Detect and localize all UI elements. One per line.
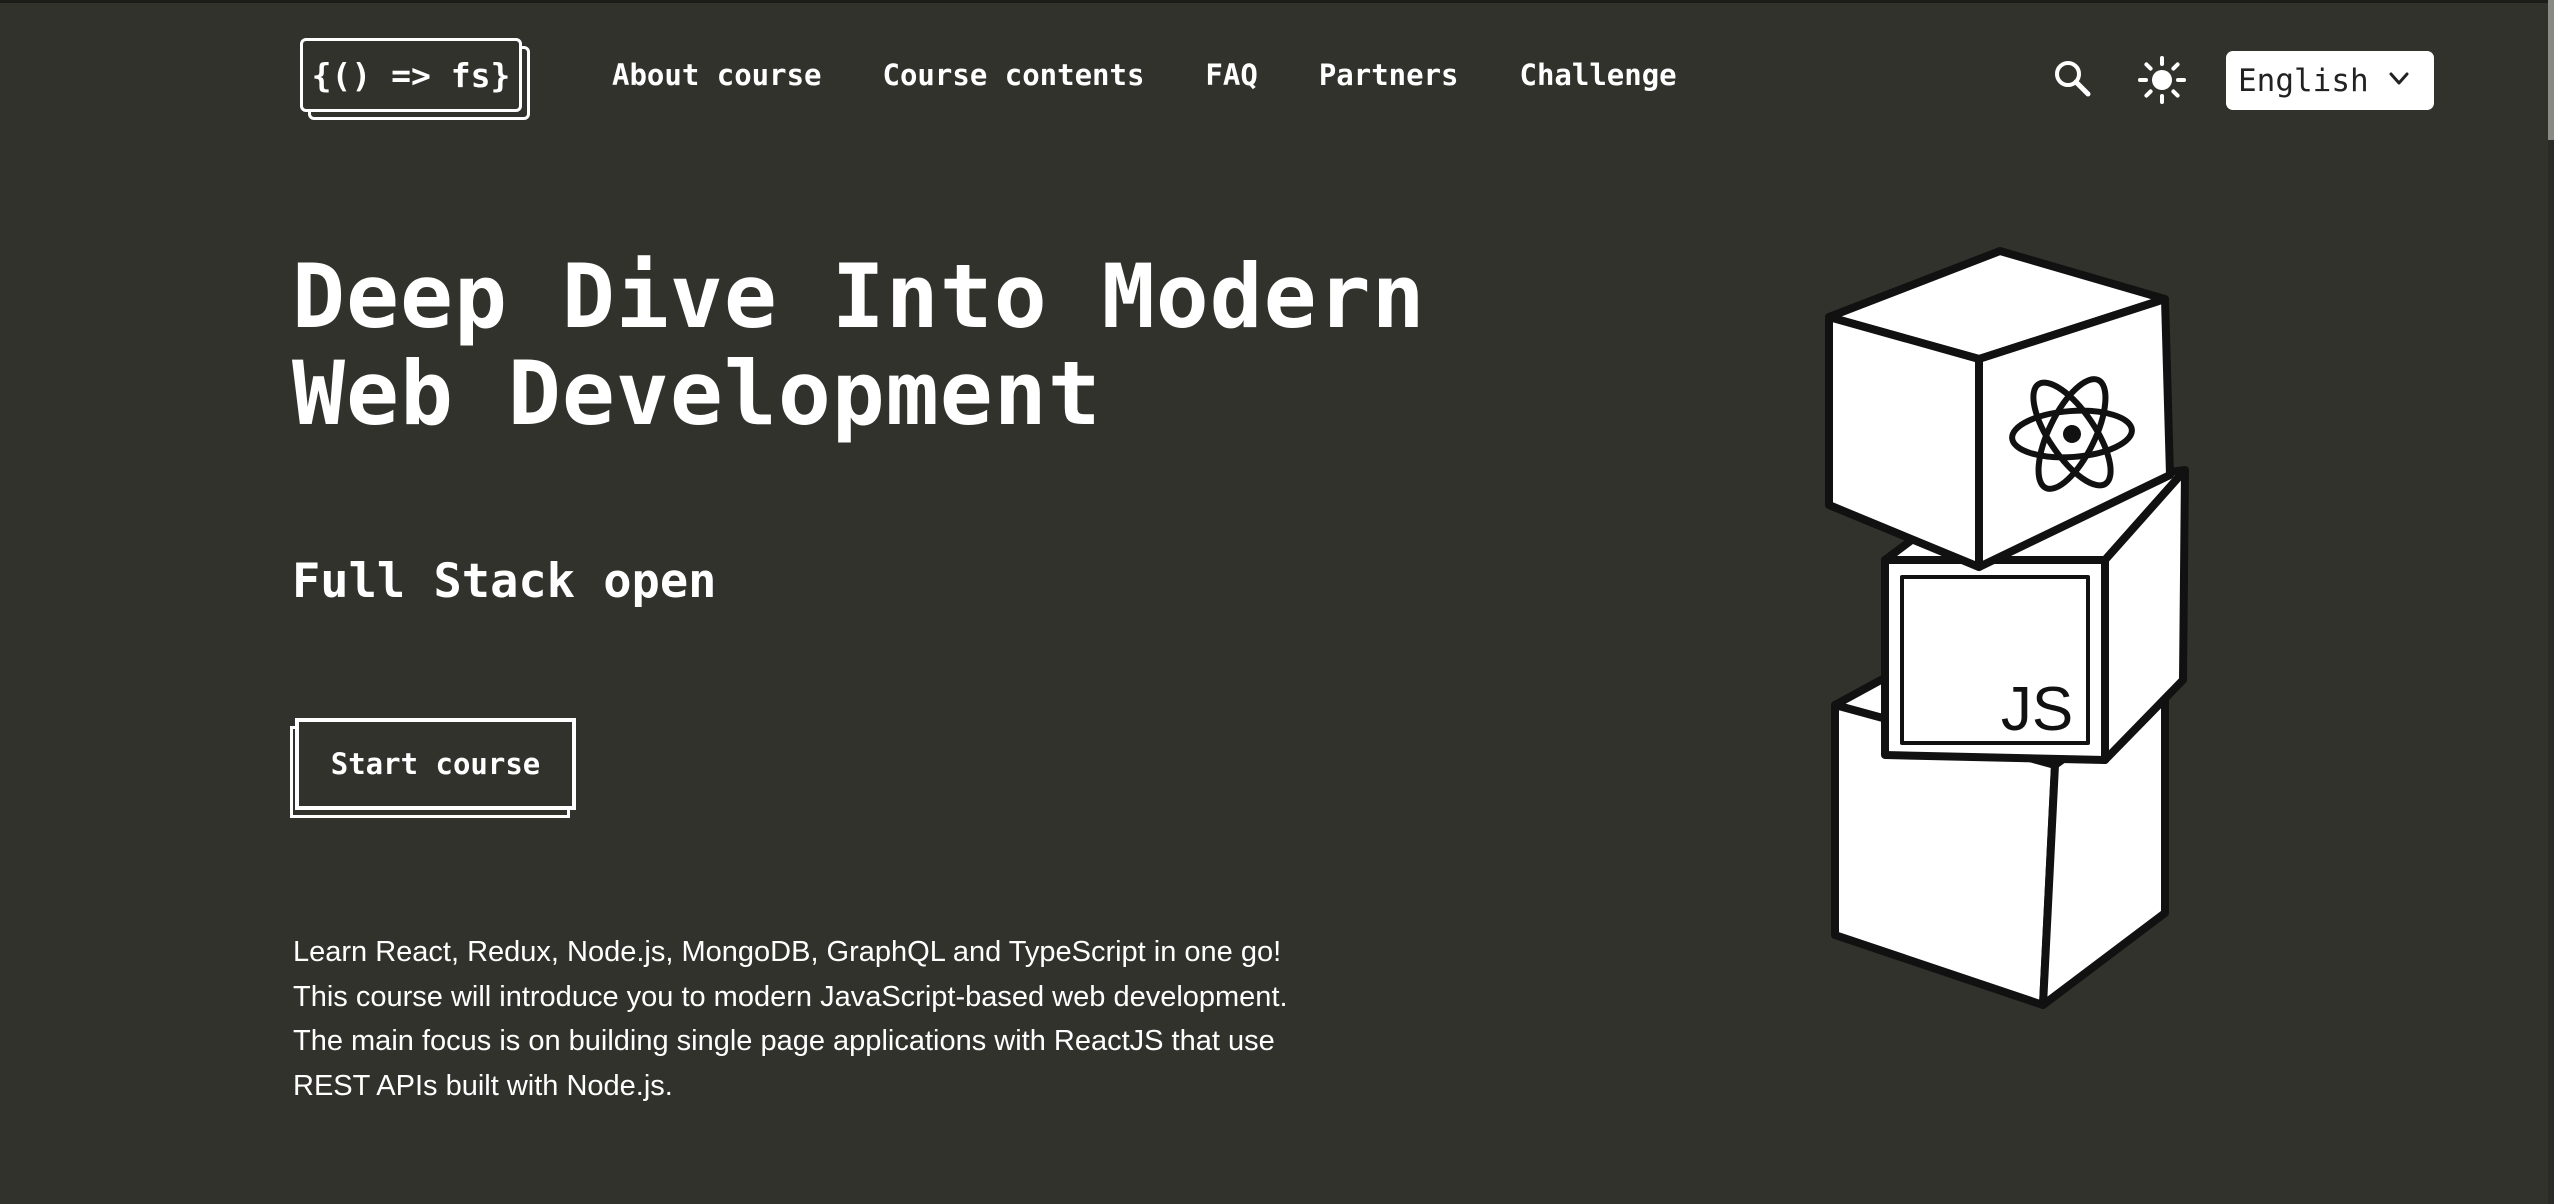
start-course-button[interactable]: Start course xyxy=(295,718,576,810)
hero-subtitle: Full Stack open xyxy=(292,554,717,609)
nav-about-course[interactable]: About course xyxy=(612,58,822,92)
course-description: Learn React, Redux, Node.js, MongoDB, Gr… xyxy=(293,930,1393,1108)
start-course-button-wrapper: Start course xyxy=(290,718,576,818)
logo-text: {() => fs} xyxy=(300,38,522,112)
nav-challenge[interactable]: Challenge xyxy=(1520,58,1677,92)
description-line: Learn React, Redux, Node.js, MongoDB, Gr… xyxy=(293,936,1282,968)
language-select[interactable]: English xyxy=(2226,51,2434,110)
hero-title: Deep Dive Into Modern Web Development xyxy=(292,245,1426,445)
theme-toggle-button[interactable] xyxy=(2137,55,2187,105)
page-scrollbar[interactable] xyxy=(2548,0,2554,1204)
description-line: The main focus is on building single pag… xyxy=(293,1025,1275,1057)
site-logo[interactable]: {() => fs} xyxy=(300,38,534,124)
description-line: REST APIs built with Node.js. xyxy=(293,1069,673,1102)
nav-partners[interactable]: Partners xyxy=(1319,58,1459,92)
main-nav: About course Course contents FAQ Partner… xyxy=(612,58,1677,92)
window-top-edge xyxy=(0,0,2554,3)
chevron-down-icon xyxy=(2389,72,2409,85)
js-label: JS xyxy=(2001,675,2073,744)
sun-icon xyxy=(2138,56,2186,104)
search-icon xyxy=(2055,61,2091,97)
stacked-blocks-illustration: JS xyxy=(1825,247,2189,1009)
language-selected-value: English xyxy=(2238,62,2369,99)
scrollbar-thumb[interactable] xyxy=(2548,0,2554,140)
search-button[interactable] xyxy=(2052,58,2094,100)
nav-course-contents[interactable]: Course contents xyxy=(883,58,1145,92)
nav-faq[interactable]: FAQ xyxy=(1205,58,1257,92)
description-line: This course will introduce you to modern… xyxy=(293,980,1288,1013)
